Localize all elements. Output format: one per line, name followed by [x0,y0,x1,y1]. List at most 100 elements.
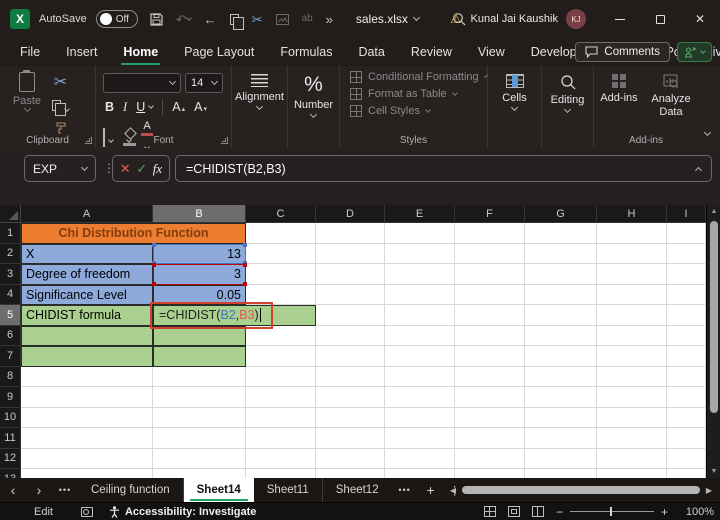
comments-button[interactable]: Comments [575,42,670,62]
cell-H6[interactable] [597,325,667,346]
cell-B8[interactable] [153,366,246,387]
row-header-8[interactable]: 8 [0,366,21,387]
cell-I11[interactable] [667,428,706,449]
cell-G1[interactable] [525,223,597,244]
cell-I5[interactable] [667,305,706,326]
cell-D9[interactable] [316,387,385,408]
cell-A8[interactable] [21,366,153,387]
cell-B7[interactable] [153,346,246,367]
font-size-select[interactable]: 14 [185,73,223,93]
row-header-7[interactable]: 7 [0,346,21,367]
cell-D5[interactable] [316,305,385,326]
cell-D4[interactable] [316,284,385,305]
cell-C1[interactable] [246,223,316,244]
document-title[interactable]: sales.xlsx [356,12,420,26]
cell-E8[interactable] [385,366,455,387]
row-header-9[interactable]: 9 [0,387,21,408]
cell-C13[interactable] [246,469,316,478]
cell-A5[interactable]: CHIDIST formula [21,305,153,326]
collapse-ribbon-icon[interactable] [703,122,712,140]
zoom-thumb[interactable] [609,507,613,516]
scroll-down-icon[interactable]: ▼ [707,465,720,478]
cell-H12[interactable] [597,448,667,469]
cell-B13[interactable] [153,469,246,478]
horizontal-scrollbar[interactable]: ◀ ▶ [446,481,716,499]
cell-H10[interactable] [597,407,667,428]
cut-icon[interactable]: ✂ [252,13,263,26]
sheet-tab-ceiling-function[interactable]: Ceiling function [78,478,184,502]
save-icon[interactable] [150,12,163,26]
cell-C10[interactable] [246,407,316,428]
cell-C2[interactable] [246,243,316,264]
maximize-button[interactable] [640,0,680,38]
cell-H8[interactable] [597,366,667,387]
autosave-toggle[interactable]: Off [95,10,138,28]
cell-H7[interactable] [597,346,667,367]
row-header-11[interactable]: 11 [0,428,21,449]
cut-button[interactable]: ✂ [54,72,67,92]
cell-D11[interactable] [316,428,385,449]
cell-G10[interactable] [525,407,597,428]
cell-I1[interactable] [667,223,706,244]
tab-view[interactable]: View [476,41,507,63]
row-header-10[interactable]: 10 [0,407,21,428]
cell-C8[interactable] [246,366,316,387]
cell-B10[interactable] [153,407,246,428]
tab-file[interactable]: File [18,41,42,63]
cell-E13[interactable] [385,469,455,478]
cell-A7[interactable] [21,346,153,367]
cell-F12[interactable] [455,448,525,469]
share-button[interactable] [677,42,712,62]
cell-D7[interactable] [316,346,385,367]
cell-G9[interactable] [525,387,597,408]
cell-C7[interactable] [246,346,316,367]
cell-I2[interactable] [667,243,706,264]
formula-input[interactable]: =CHIDIST(B2,B3) [175,155,712,182]
page-break-view-icon[interactable] [531,506,544,517]
cell-D13[interactable] [316,469,385,478]
cell-B6[interactable] [153,325,246,346]
cell-G6[interactable] [525,325,597,346]
undo-icon[interactable]: ↶ [176,13,192,26]
editing-button[interactable]: Editing [542,74,593,114]
reference-handle-icon[interactable] [243,263,247,267]
cell-C11[interactable] [246,428,316,449]
alignment-button[interactable]: Alignment [232,74,287,111]
increase-font-button[interactable]: A ▴ [172,100,185,114]
cell-G12[interactable] [525,448,597,469]
cell-D12[interactable] [316,448,385,469]
tab-formulas[interactable]: Formulas [278,41,334,63]
cell-H3[interactable] [597,264,667,285]
cell-G3[interactable] [525,264,597,285]
column-header-A[interactable]: A [21,205,153,223]
sheet-tab-sheet11[interactable]: Sheet11 [254,478,323,502]
cell-A1[interactable]: Chi Distribution Function [21,223,246,244]
row-header-12[interactable]: 12 [0,448,21,469]
enter-icon[interactable]: ✓ [136,161,147,177]
row-header-2[interactable]: 2 [0,243,21,264]
new-sheet-icon[interactable]: + [418,478,444,502]
cell-I10[interactable] [667,407,706,428]
cell-I3[interactable] [667,264,706,285]
cell-H4[interactable] [597,284,667,305]
excel-logo-icon[interactable]: X [10,9,30,29]
scroll-left-icon[interactable]: ◀ [446,486,460,495]
cell-D3[interactable] [316,264,385,285]
reference-handle-icon[interactable] [152,242,156,247]
normal-view-icon[interactable] [483,506,496,517]
italic-button[interactable]: I [123,100,127,115]
back-arrow-icon[interactable]: ← [204,13,217,26]
tab-review[interactable]: Review [409,41,454,63]
cell-D1[interactable] [316,223,385,244]
cell-G7[interactable] [525,346,597,367]
cell-F4[interactable] [455,284,525,305]
zoom-track[interactable] [569,507,654,516]
cell-F1[interactable] [455,223,525,244]
column-header-C[interactable]: C [246,205,316,223]
row-header-5[interactable]: 5 [0,305,21,326]
cell-H9[interactable] [597,387,667,408]
row-header-3[interactable]: 3 [0,264,21,285]
cell-A2[interactable]: X [21,243,153,264]
cell-D6[interactable] [316,325,385,346]
scroll-right-icon[interactable]: ▶ [702,486,716,495]
